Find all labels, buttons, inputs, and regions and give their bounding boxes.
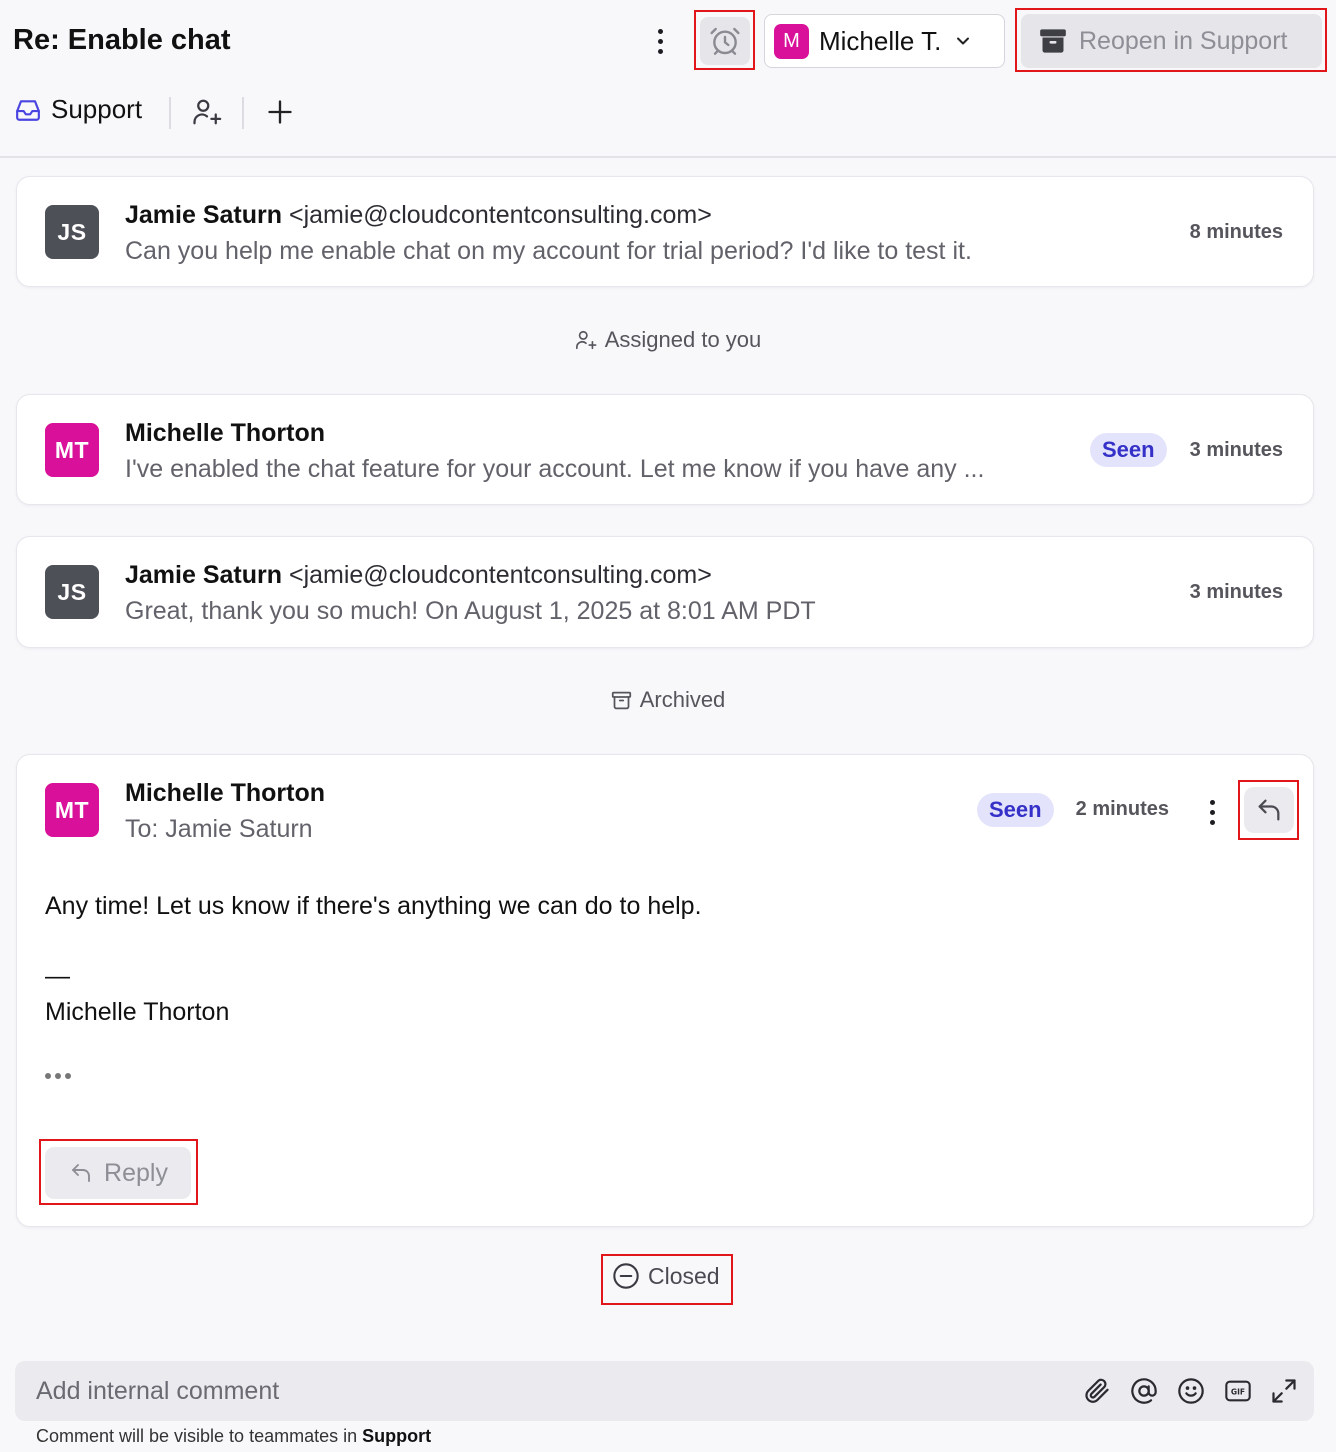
message-snippet: Great, thank you so much! On August 1, 2… [125, 597, 816, 625]
signature-dash: — [45, 962, 70, 990]
gif-icon[interactable]: GIF [1224, 1377, 1252, 1405]
assignee-avatar: M [774, 23, 809, 59]
chevron-down-icon [957, 37, 970, 45]
seen-badge: Seen [977, 793, 1054, 827]
highlight-box [1015, 8, 1327, 72]
comment-visibility-note: Comment will be visible to teammates in … [36, 1426, 431, 1447]
more-options-kebab-icon[interactable] [646, 22, 674, 60]
sender-name: Michelle Thorton [125, 779, 325, 807]
message-card[interactable]: JS Jamie Saturn <jamie@cloudcontentconsu… [16, 536, 1314, 648]
inbox-icon [16, 99, 40, 121]
avatar: JS [45, 565, 99, 619]
svg-text:GIF: GIF [1231, 1388, 1245, 1397]
message-time: 3 minutes [1189, 439, 1283, 461]
avatar: MT [45, 783, 99, 837]
emoji-icon[interactable] [1177, 1377, 1205, 1405]
seen-badge: Seen [1090, 433, 1167, 467]
message-snippet: I've enabled the chat feature for your a… [125, 455, 985, 483]
highlight-box [1238, 780, 1299, 840]
assignee-dropdown[interactable]: M Michelle T. [764, 14, 1005, 68]
divider [242, 97, 244, 129]
assignee-name: Michelle T. [819, 25, 942, 56]
sender-name: Michelle Thorton [125, 419, 325, 447]
avatar: MT [45, 423, 99, 477]
expand-icon[interactable] [1270, 1377, 1298, 1405]
event-text: Assigned to you [604, 327, 762, 352]
archive-icon [611, 691, 631, 709]
sender-line: Michelle Thorton [125, 779, 325, 808]
highlight-box [694, 10, 755, 70]
sender-email: <jamie@cloudcontentconsulting.com> [288, 201, 712, 229]
internal-comment-box[interactable]: Add internal comment GIF [15, 1361, 1314, 1421]
event-assigned: Assigned to you [0, 327, 1336, 353]
signature-name: Michelle Thorton [45, 998, 230, 1026]
event-archived: Archived [0, 687, 1336, 713]
sender-line: Jamie Saturn <jamie@cloudcontentconsulti… [125, 201, 712, 230]
sender-name: Jamie Saturn [125, 201, 283, 229]
footer-inbox: Support [362, 1426, 432, 1446]
expanded-message-card: MT Michelle Thorton To: Jamie Saturn See… [16, 754, 1314, 1227]
highlight-box [39, 1139, 198, 1205]
sender-line: Jamie Saturn <jamie@cloudcontentconsulti… [125, 561, 712, 590]
message-time: 8 minutes [1189, 221, 1283, 243]
event-text: Archived [639, 687, 726, 712]
divider [169, 97, 171, 129]
conversation-title: Re: Enable chat [13, 24, 231, 56]
plus-icon[interactable] [266, 98, 294, 126]
message-options-kebab-icon[interactable] [1205, 797, 1219, 827]
add-person-icon[interactable] [191, 97, 223, 127]
recipient-line: To: Jamie Saturn [125, 815, 313, 843]
add-person-icon [575, 330, 597, 350]
sender-name: Jamie Saturn [125, 561, 283, 589]
message-snippet: Can you help me enable chat on my accoun… [125, 237, 972, 265]
at-icon[interactable] [1130, 1377, 1158, 1405]
avatar: JS [45, 205, 99, 259]
message-time: 3 minutes [1189, 581, 1283, 603]
inbox-label: Support [51, 94, 143, 124]
show-more-ellipsis[interactable] [45, 1073, 71, 1079]
message-time: 2 minutes [1075, 798, 1169, 820]
inbox-tag-support[interactable]: Support [15, 94, 142, 125]
sender-line: Michelle Thorton [125, 419, 325, 448]
conversation-header: Re: Enable chat M Michelle T. Reopen in … [0, 0, 1336, 158]
comment-placeholder: Add internal comment [36, 1377, 280, 1405]
footer-prefix: Comment will be visible to teammates in [36, 1426, 358, 1446]
message-body: Any time! Let us know if there's anythin… [45, 892, 702, 920]
paperclip-icon[interactable] [1083, 1377, 1111, 1405]
message-card[interactable]: MT Michelle Thorton I've enabled the cha… [16, 394, 1314, 505]
highlight-box [601, 1254, 733, 1305]
message-card[interactable]: JS Jamie Saturn <jamie@cloudcontentconsu… [16, 176, 1314, 287]
sender-email: <jamie@cloudcontentconsulting.com> [288, 561, 712, 589]
